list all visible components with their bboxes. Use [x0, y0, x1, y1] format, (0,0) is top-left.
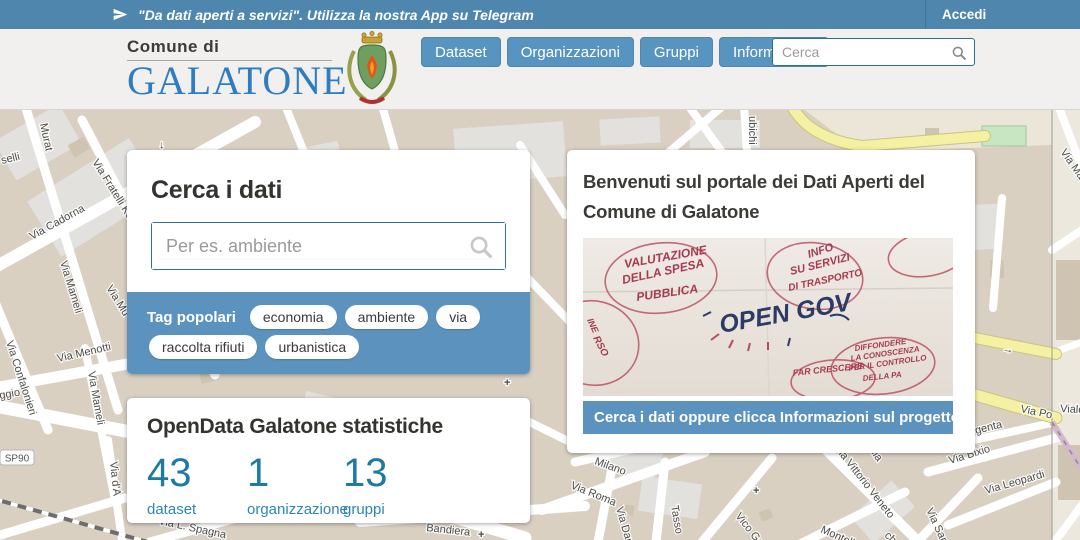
telegram-banner-link[interactable]: "Da dati aperti a servizi". Utilizza la …	[112, 0, 534, 29]
search-card-title: Cerca i dati	[151, 176, 283, 204]
tag-raccolta-rifiuti[interactable]: raccolta rifiuti	[149, 335, 258, 359]
topbar-account-area: Accedi	[925, 0, 1080, 29]
brainstorm-paper-photo: VALUTAZIONE DELLA SPESA PUBBLICA INFO SU…	[546, 230, 969, 402]
stat-datasets-label[interactable]: dataset	[147, 501, 247, 518]
topbar: "Da dati aperti a servizi". Utilizza la …	[0, 0, 1080, 29]
dataset-search-input[interactable]	[152, 223, 505, 269]
welcome-photo: VALUTAZIONE DELLA SPESA PUBBLICA INFO SU…	[546, 230, 969, 435]
popular-tags-label: Tag popolari	[147, 308, 236, 326]
popular-tags-strip: Tag popolari economia ambiente via racco…	[127, 292, 530, 374]
main-nav: Dataset Organizzazioni Gruppi Informazio…	[421, 37, 829, 67]
svg-text:SP90: SP90	[5, 454, 30, 465]
stat-groups: 13 gruppi	[343, 453, 388, 518]
stat-datasets: 43 dataset	[147, 453, 247, 518]
site-header: Comune di GALATONE Dataset Organizzazion…	[0, 29, 1080, 110]
header-search-box	[772, 38, 975, 66]
stat-organizations-label[interactable]: organizzazione	[247, 501, 348, 518]
svg-text:+: +	[504, 377, 510, 389]
welcome-caption-link[interactable]: Cerca i dati oppure clicca Informazioni …	[583, 401, 953, 435]
stat-organizations: 1 organizzazione	[247, 451, 348, 518]
brand-pre-label: Comune di	[127, 37, 220, 56]
brand-name: GALATONE	[127, 58, 348, 103]
galatone-coat-of-arms	[347, 31, 397, 104]
stat-organizations-value: 1	[247, 451, 270, 495]
svg-text:+: +	[478, 529, 484, 540]
stat-datasets-value: 43	[147, 451, 192, 495]
tag-economia[interactable]: economia	[249, 305, 337, 329]
stats-card-title: OpenData Galatone statistiche	[147, 415, 443, 438]
search-icon[interactable]	[951, 45, 967, 61]
welcome-card: Benvenuti sul portale dei Dati Aperti de…	[546, 150, 975, 453]
stat-groups-value: 13	[343, 451, 388, 495]
stats-card: OpenData Galatone statistiche 43 dataset…	[127, 398, 530, 523]
login-link[interactable]: Accedi	[942, 7, 986, 22]
crest-ribbon	[358, 96, 386, 104]
welcome-title: Benvenuti sul portale dei Dati Aperti de…	[583, 171, 925, 222]
page: SP90 Murat selli Via Fratelli Ke Via Cadorn…	[0, 0, 1080, 540]
svg-text:Viale: Viale	[1060, 403, 1080, 416]
svg-text:→: →	[1002, 343, 1015, 356]
header-search-input[interactable]	[773, 39, 974, 65]
nav-organizzazioni[interactable]: Organizzazioni	[506, 37, 634, 67]
search-icon[interactable]	[468, 234, 494, 260]
stats-row: 43 dataset 1 organizzazione 13 gruppi	[147, 453, 510, 518]
svg-text:+: +	[753, 485, 759, 497]
svg-text:ubichi: ubichi	[746, 116, 758, 145]
search-card: Cerca i dati Tag popolari economia ambie…	[127, 150, 530, 374]
site-logo[interactable]: Comune di GALATONE	[127, 37, 348, 100]
topbar-message: "Da dati aperti a servizi". Utilizza la …	[138, 6, 534, 23]
tag-ambiente[interactable]: ambiente	[344, 305, 429, 329]
map-route-badge: SP90	[0, 449, 35, 466]
nav-gruppi[interactable]: Gruppi	[639, 37, 713, 67]
tag-urbanistica[interactable]: urbanistica	[265, 335, 360, 359]
tag-via[interactable]: via	[436, 305, 481, 329]
dataset-search-box	[151, 222, 506, 270]
stat-groups-label[interactable]: gruppi	[343, 501, 388, 518]
nav-dataset[interactable]: Dataset	[421, 37, 501, 67]
crest-crown	[361, 31, 383, 44]
paper-plane-icon	[113, 8, 128, 21]
